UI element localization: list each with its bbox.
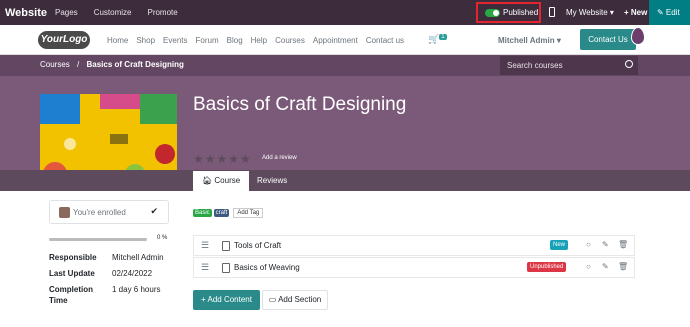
tab-course[interactable]: 🏠︎ Course <box>193 171 250 191</box>
enrolled-label: You're enrolled <box>73 207 126 217</box>
mobile-preview-icon[interactable] <box>549 7 555 17</box>
tab-course-label: Course <box>214 176 241 185</box>
tag-basic[interactable]: Basic <box>193 209 212 217</box>
menu-promote[interactable]: Promote <box>139 8 185 17</box>
menu-pages[interactable]: Pages <box>47 8 86 17</box>
info-key: Last Update <box>49 269 95 278</box>
published-toggle[interactable]: Published <box>476 2 541 23</box>
my-website-menu[interactable]: My Website ▾ <box>566 8 614 17</box>
lesson-name[interactable]: Basics of Weaving <box>234 263 300 272</box>
edit-pencil-icon[interactable]: ✎ <box>602 262 609 271</box>
nav-home[interactable]: Home <box>107 36 128 45</box>
edit-pencil-icon[interactable]: ✎ <box>602 240 609 249</box>
nav-shop[interactable]: Shop <box>136 36 155 45</box>
trash-icon[interactable]: 🗑︎ <box>618 240 628 249</box>
cart-icon[interactable]: 🛒 1 <box>428 34 447 45</box>
drag-handle-icon[interactable]: ☰ <box>201 240 209 251</box>
user-menu[interactable]: Mitchell Admin ▾ <box>498 36 561 45</box>
tab-reviews[interactable]: Reviews <box>248 171 296 191</box>
lesson-row[interactable]: ☰ Tools of Craft New ○ ✎ 🗑︎ <box>193 235 635 256</box>
trash-icon[interactable]: 🗑︎ <box>618 262 628 271</box>
lesson-row[interactable]: ☰ Basics of Weaving Unpublished ○ ✎ 🗑︎ <box>193 257 635 278</box>
course-title: Basics of Craft Designing <box>193 94 407 115</box>
toggle-switch-icon[interactable] <box>485 8 500 17</box>
nav-appointment[interactable]: Appointment <box>313 36 358 45</box>
preview-icon[interactable]: ○ <box>586 262 591 271</box>
info-value: Mitchell Admin <box>112 253 164 262</box>
new-button[interactable]: + New <box>624 8 647 17</box>
nav-links: Home Shop Events Forum Blog Help Courses… <box>107 36 412 45</box>
tabs-band <box>0 170 690 191</box>
nav-events[interactable]: Events <box>163 36 187 45</box>
breadcrumb: Courses / Basics of Craft Designing <box>40 60 184 69</box>
info-key: Responsible <box>49 253 97 262</box>
add-review-link[interactable]: Add a review <box>262 155 297 161</box>
nav-contact[interactable]: Contact us <box>366 36 404 45</box>
add-section-button[interactable]: ▭ Add Section <box>262 290 328 310</box>
edit-label: ✎ Edit <box>657 8 680 17</box>
progress-percent: 0 % <box>157 235 168 241</box>
search-placeholder: Search courses <box>507 61 563 70</box>
nav-courses[interactable]: Courses <box>275 36 305 45</box>
search-icon[interactable] <box>625 60 633 68</box>
drag-handle-icon[interactable]: ☰ <box>201 262 209 273</box>
add-tag-button[interactable]: Add Tag <box>233 208 264 218</box>
info-value: 1 day 6 hours <box>112 285 161 294</box>
info-row: Responsible Mitchell Admin <box>49 252 172 263</box>
document-icon <box>222 263 230 273</box>
published-label: Published <box>503 8 539 17</box>
preview-icon[interactable]: ○ <box>586 240 591 249</box>
tag-craft[interactable]: craft <box>213 209 230 217</box>
home-icon: 🏠︎ <box>202 176 215 185</box>
add-content-button[interactable]: + Add Content <box>193 290 260 310</box>
paint-drop-icon <box>631 27 645 45</box>
lesson-badge: New <box>550 240 569 250</box>
enrolled-status: You're enrolled ✔ <box>49 200 169 224</box>
progress-bar <box>49 238 147 241</box>
breadcrumb-separator: / <box>77 60 80 69</box>
admin-brand[interactable]: Website <box>0 7 47 19</box>
nav-forum[interactable]: Forum <box>196 36 219 45</box>
menu-customize[interactable]: Customize <box>86 8 140 17</box>
breadcrumb-current: Basics of Craft Designing <box>86 60 184 69</box>
lesson-name[interactable]: Tools of Craft <box>234 241 281 250</box>
contact-us-button[interactable]: Contact Us <box>580 29 636 50</box>
info-row: Completion Time 1 day 6 hours <box>49 284 172 306</box>
breadcrumb-courses[interactable]: Courses <box>40 60 70 69</box>
folder-icon: ▭ <box>268 295 277 304</box>
rating-stars: ★★★★★ <box>193 152 252 166</box>
avatar <box>59 206 70 218</box>
nav-help[interactable]: Help <box>251 36 267 45</box>
lesson-badge: Unpublished <box>527 262 567 272</box>
nav-blog[interactable]: Blog <box>227 36 243 45</box>
search-courses-input[interactable]: Search courses <box>500 56 638 75</box>
add-section-label: Add Section <box>278 295 322 304</box>
info-row: Last Update 02/24/2022 <box>49 268 172 279</box>
info-key: Completion Time <box>49 285 93 305</box>
document-icon <box>222 241 230 251</box>
check-icon: ✔ <box>150 206 158 216</box>
course-info-table: Responsible Mitchell Admin Last Update 0… <box>49 252 172 311</box>
tag-row: Basic craft Add Tag <box>193 208 264 218</box>
info-value: 02/24/2022 <box>112 269 153 278</box>
site-logo[interactable]: YourLogo <box>38 31 90 49</box>
cart-count-badge: 1 <box>439 34 447 40</box>
edit-button[interactable]: ✎ Edit <box>649 0 690 25</box>
